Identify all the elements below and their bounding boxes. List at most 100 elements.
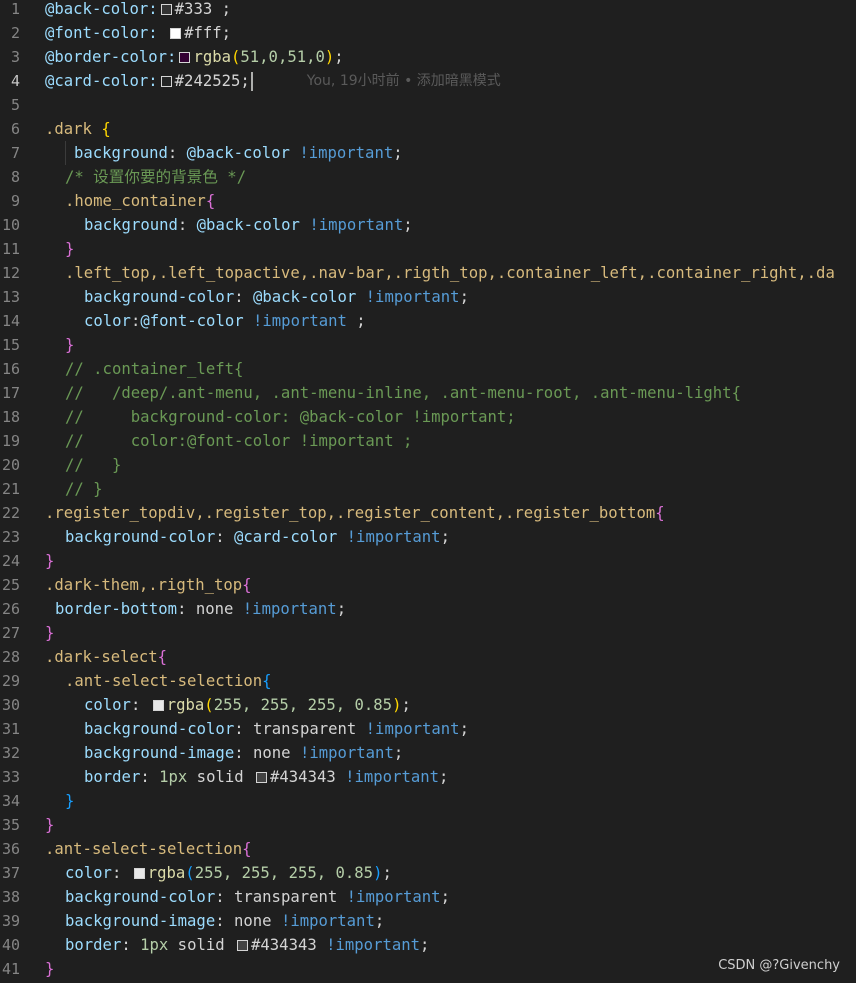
token: : [215,888,234,906]
token: .ant-select-selection [65,672,263,690]
token: !important [337,528,441,546]
line-number: 40 [1,936,20,954]
line-number: 32 [1,744,20,762]
color-swatch-icon[interactable] [237,939,249,951]
line-number: 24 [1,552,20,570]
code-editor[interactable]: 1 @back-color: #333 ; 2 @font-color: #fff… [0,0,856,983]
token: } [45,624,55,642]
code-line: 38 background-color: transparent !import… [0,885,856,909]
code-line: 9 .home_container{ [0,189,856,213]
line-code: background-image: none !important; [84,741,403,765]
line-code: // background-color: @back-color !import… [65,405,516,429]
token: !important [356,288,460,306]
line-number: 27 [1,624,20,642]
token: #242525; [174,72,250,90]
token: rgba [193,48,231,66]
token: /* 设置你要的背景色 */ [65,168,247,186]
token: : [130,312,141,330]
token: ; [382,864,392,882]
token: : [215,912,234,930]
token: } [45,960,55,978]
line-code: } [65,237,74,261]
token: } [65,336,75,354]
token: !important [316,936,421,954]
line-code: background: @back-color !important; [65,141,403,165]
color-swatch-icon[interactable] [179,51,191,63]
line-code: .dark-them,.rigth_top{ [45,573,252,597]
color-swatch-icon[interactable] [160,75,172,87]
token: background-color [84,720,235,738]
token: .dark-select [45,648,158,666]
token: : [215,528,234,546]
token: @card-color: [45,72,158,90]
code-line: 16 // .container_left{ [0,357,856,381]
line-number: 25 [1,576,20,594]
line-number: 17 [1,384,20,402]
code-line: 40 border: 1px solid #434343 !important; [0,933,856,957]
color-swatch-icon[interactable] [256,771,268,783]
token: // /deep/.ant-menu, .ant-menu-inline, .a… [65,384,741,402]
line-number: 3 [10,48,20,66]
line-code: .dark-select{ [45,645,167,669]
code-line: 2 @font-color: #fff; [0,21,856,45]
token: { [157,648,168,666]
code-line: 19 // color:@font-color !important ; [0,429,856,453]
token: !important [299,216,404,234]
token: ( [185,864,195,882]
color-swatch-icon[interactable] [152,699,164,711]
line-number: 35 [1,816,20,834]
color-swatch-icon[interactable] [170,27,182,39]
token: ( [231,48,241,66]
line-code: @font-color: #fff; [45,21,231,45]
line-code: border: 1px solid #434343 !important; [84,765,448,789]
token: ; [420,936,430,954]
token: } [45,816,55,834]
line-number: 37 [1,864,20,882]
line-code: @back-color: #333 ; [45,0,231,21]
token: @back-color [186,144,290,162]
line-code: } [65,789,74,813]
token: } [65,792,75,810]
code-line: 5 [0,93,856,117]
color-swatch-icon[interactable] [133,867,145,879]
line-code: // color:@font-color !important ; [65,429,412,453]
token: : [234,288,253,306]
line-code: color: rgba(255, 255, 255, 0.85); [84,693,411,717]
token: background-color [65,888,216,906]
token: ; [440,528,450,546]
line-number: 11 [1,240,20,258]
token: .left_top,.left_topactive,.nav-bar,.rigt… [65,264,835,282]
token: ( [204,696,214,714]
token: @border-color: [45,48,177,66]
token: background-image [84,744,235,762]
token: // } [65,456,122,474]
token: #434343 [251,936,317,954]
line-code: // } [65,477,103,501]
code-line: 1 @back-color: #333 ; [0,0,856,21]
token: ) [324,48,335,66]
token: solid [187,768,254,786]
line-number: 5 [10,96,20,114]
token: @back-color [196,216,300,234]
token: : [130,696,150,714]
color-swatch-icon[interactable] [160,3,172,15]
token: ; [393,144,403,162]
line-code: } [45,813,54,837]
line-code: } [45,957,54,981]
code-line: 18 // background-color: @back-color !imp… [0,405,856,429]
token: !important [290,744,394,762]
code-line: 24 } [0,549,856,573]
token: rgba [166,696,205,714]
line-number: 14 [1,312,20,330]
token: background [84,216,178,234]
token: background-color [84,288,235,306]
token: { [262,672,272,690]
token: .register_topdiv,.register_top,.register… [45,504,656,522]
token: !important [271,912,375,930]
line-number: 36 [1,840,20,858]
line-code: .dark { [45,117,111,141]
token: transparent [253,720,357,738]
token: { [101,120,111,138]
line-number: 21 [1,480,20,498]
code-line: 25 .dark-them,.rigth_top{ [0,573,856,597]
